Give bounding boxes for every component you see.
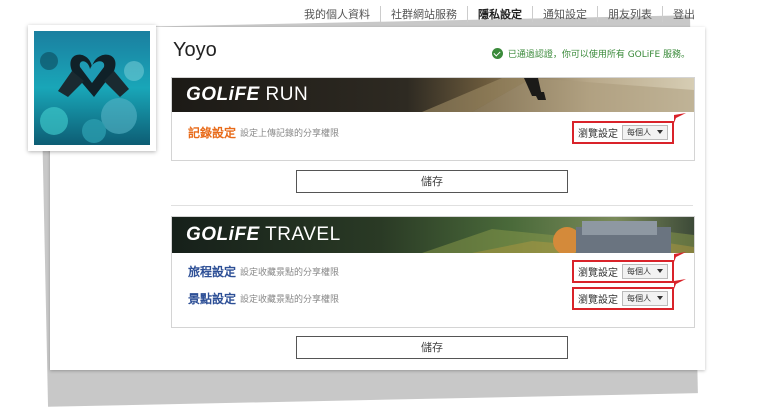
travel-row-trip: 旅程設定 設定收藏景點的分享權限 瀏覽設定 每個人 [188,251,686,283]
flag-icon [674,251,686,262]
view-setting-label: 瀏覽設定 [578,294,618,306]
chevron-down-icon [657,130,663,134]
run-brand: GOLiFE [186,84,260,105]
verified-text: 已通過認證，你可以使用所有 GOLiFE 服務。 [507,50,690,60]
nav-social-services[interactable]: 社群網站服務 [380,6,467,22]
record-view-setting: 瀏覽設定 每個人 [572,112,686,144]
record-visibility-value: 每個人 [627,127,651,137]
trip-settings-title: 旅程設定 [188,264,237,279]
section-divider [171,205,693,206]
chevron-down-icon [657,296,663,300]
run-section: GOLiFE RUN 記錄設定 設定上傳記錄的分享權限 瀏覽設定 每個人 [171,77,695,161]
spot-settings-title: 景點設定 [188,291,237,306]
avatar[interactable] [34,31,150,145]
travel-banner: GOLiFE TRAVEL [172,217,694,253]
nav-notification-settings[interactable]: 通知設定 [532,6,597,22]
travel-product: TRAVEL [265,224,341,245]
record-settings-desc: 設定上傳記錄的分享權限 [240,128,340,139]
travel-brand: GOLiFE [186,224,260,245]
run-product: RUN [265,84,309,105]
trip-visibility-select[interactable]: 每個人 [622,263,668,279]
flag-icon [674,112,686,123]
verified-notice: 已通過認證，你可以使用所有 GOLiFE 服務。 [491,47,690,60]
avatar-frame [28,25,156,151]
username: Yoyo [173,39,217,61]
chevron-down-icon [657,269,663,273]
record-settings-title: 記錄設定 [188,125,237,140]
spot-visibility-select[interactable]: 每個人 [622,290,668,306]
travel-banner-title: GOLiFE TRAVEL [186,224,341,246]
nav-privacy-settings[interactable]: 隱私設定 [467,6,532,22]
check-circle-icon [491,48,503,59]
run-banner-title: GOLiFE RUN [186,84,308,106]
spot-settings-desc: 設定收藏景點的分享權限 [240,294,340,305]
nav-friend-list[interactable]: 朋友列表 [597,6,662,22]
trip-view-setting: 瀏覽設定 每個人 [572,251,686,283]
view-setting-label: 瀏覽設定 [578,128,618,140]
top-nav: 我的個人資料 社群網站服務 隱私設定 通知設定 朋友列表 登出 [294,6,705,22]
save-button-travel[interactable]: 儲存 [296,336,568,359]
nav-profile[interactable]: 我的個人資料 [294,6,380,22]
view-setting-label: 瀏覽設定 [578,267,618,279]
spot-visibility-value: 每個人 [627,293,651,303]
save-button-run[interactable]: 儲存 [296,170,568,193]
nav-logout[interactable]: 登出 [662,6,705,22]
travel-row-spot: 景點設定 設定收藏景點的分享權限 瀏覽設定 每個人 [188,278,686,310]
trip-settings-desc: 設定收藏景點的分享權限 [240,267,340,278]
run-row-record: 記錄設定 設定上傳記錄的分享權限 瀏覽設定 每個人 [188,112,686,144]
trip-visibility-value: 每個人 [627,266,651,276]
travel-section: GOLiFE TRAVEL 旅程設定 設定收藏景點的分享權限 瀏覽設定 每個人 … [171,216,695,328]
run-banner: GOLiFE RUN [172,78,694,112]
spot-view-setting: 瀏覽設定 每個人 [572,278,686,310]
flag-icon [674,278,686,289]
record-visibility-select[interactable]: 每個人 [622,124,668,140]
